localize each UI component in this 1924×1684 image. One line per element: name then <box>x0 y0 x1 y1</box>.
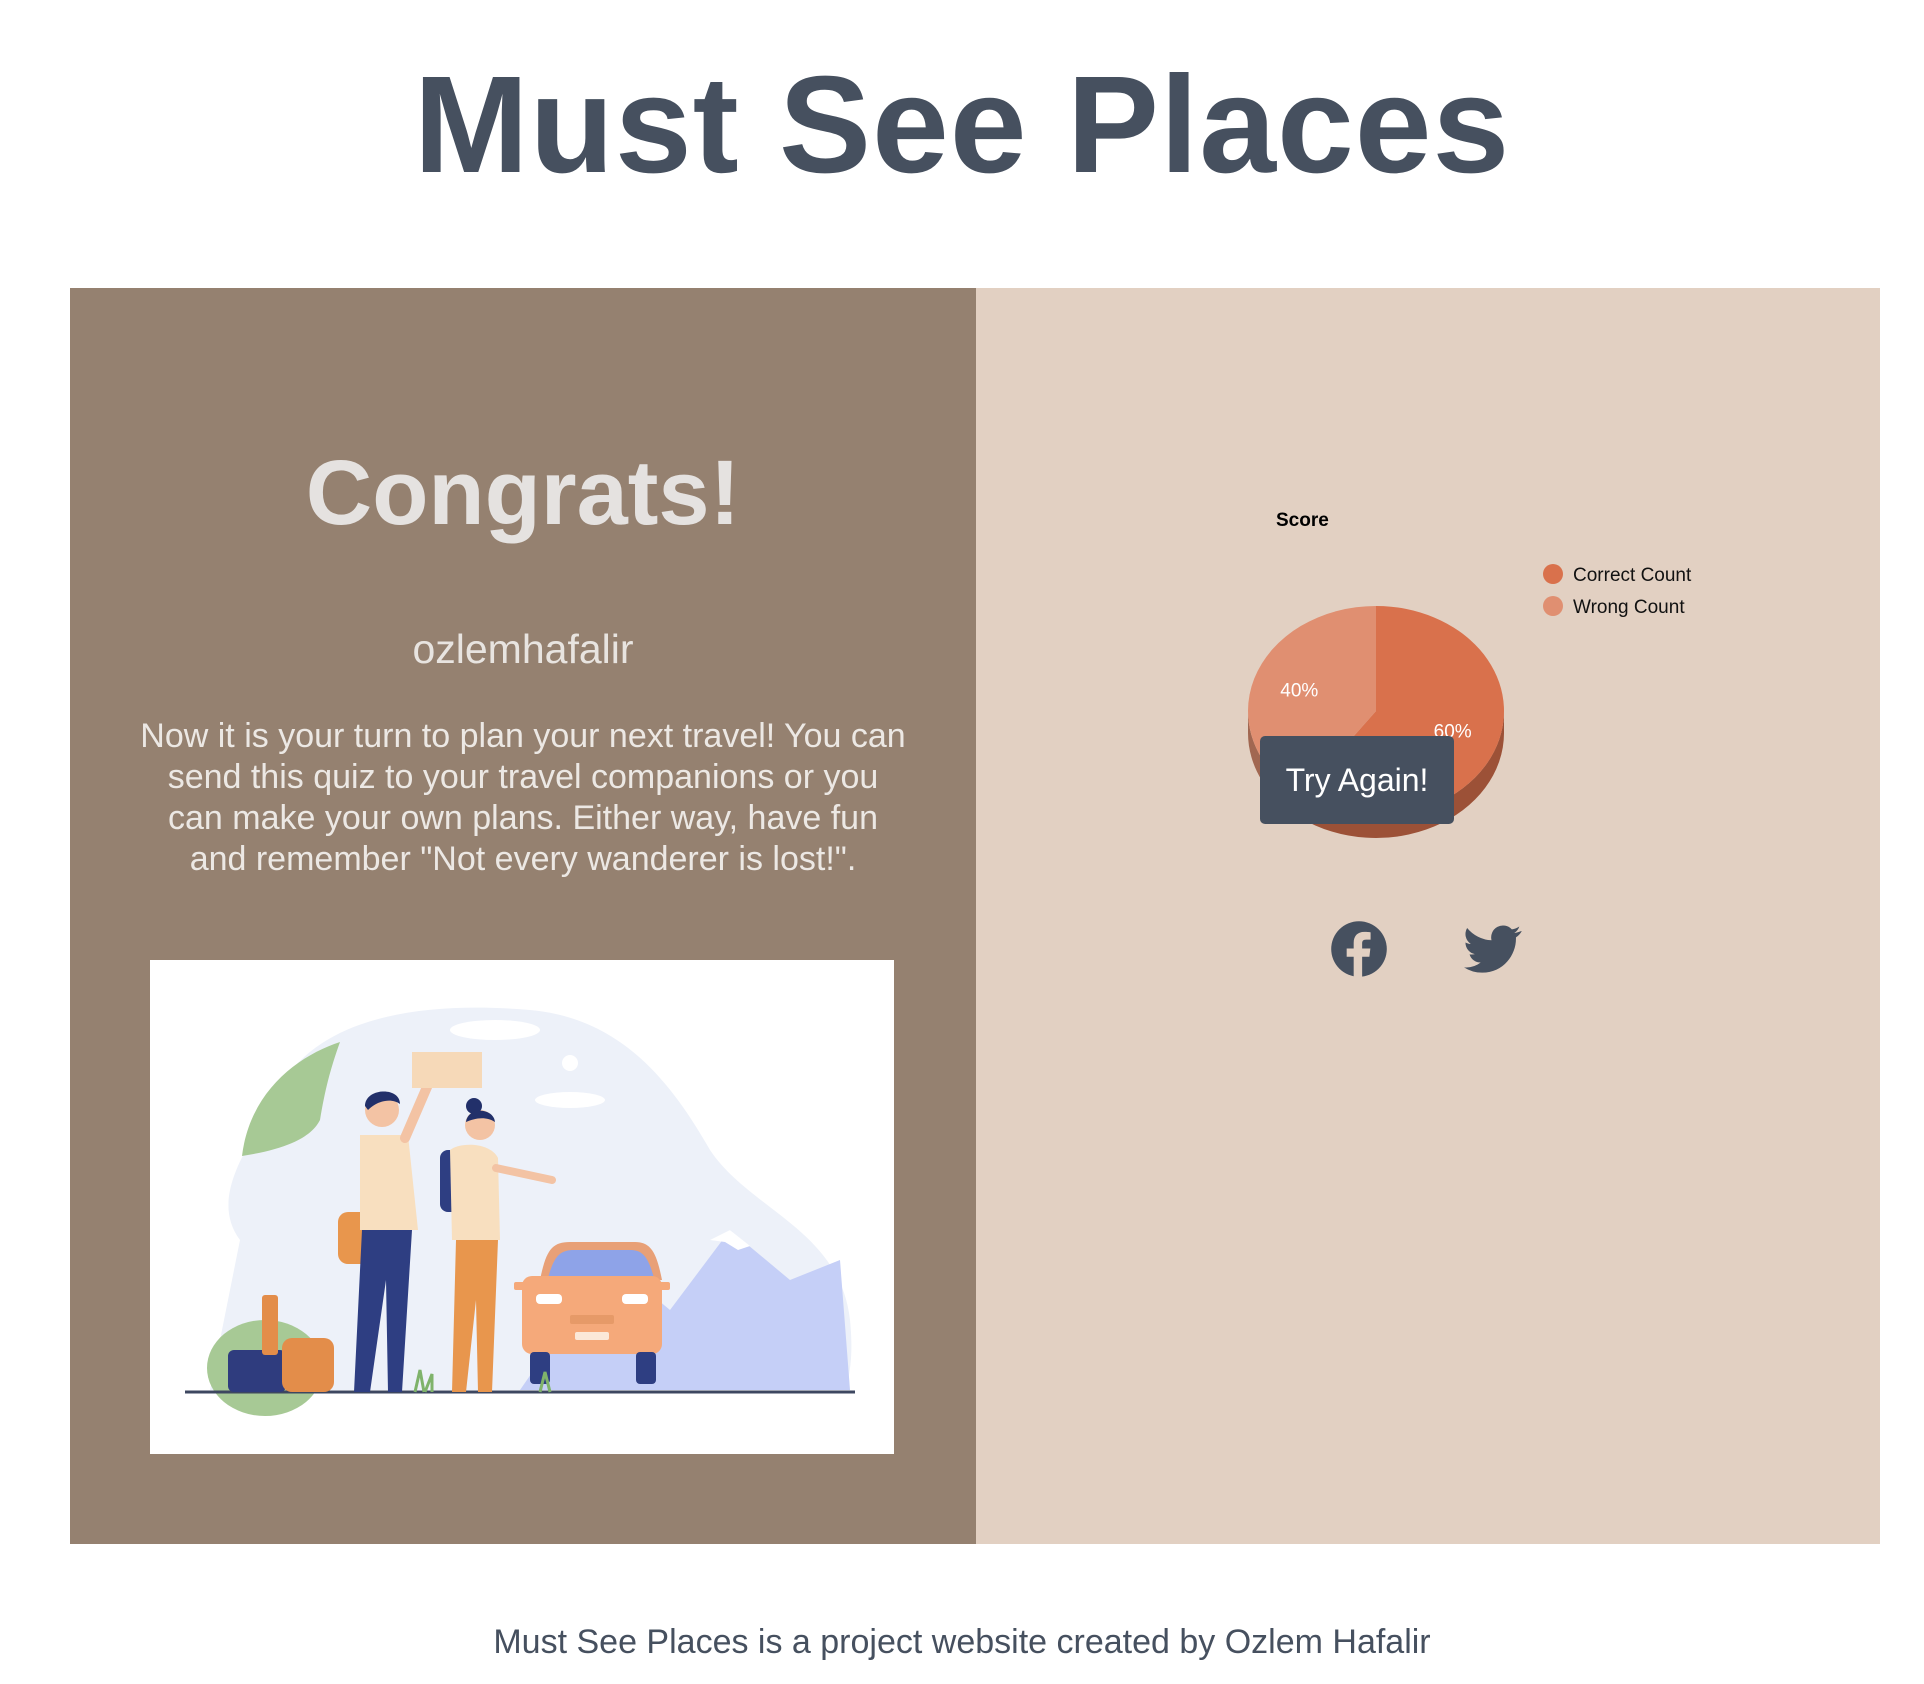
travel-illustration <box>150 960 894 1454</box>
result-card: Congrats! ozlemhafalir Now it is your tu… <box>70 288 1880 1544</box>
score-chart: Score 60% 40% Correct Count Wrong Count <box>1156 488 1716 908</box>
username: ozlemhafalir <box>412 626 634 672</box>
pie-slice-label: 40% <box>1280 681 1318 702</box>
legend-marker <box>1543 596 1563 616</box>
try-again-button[interactable]: Try Again! <box>1260 736 1454 824</box>
result-message: Now it is your turn to plan your next tr… <box>140 717 906 878</box>
legend-label: Correct Count <box>1573 565 1692 586</box>
congrats-heading: Congrats! <box>305 442 741 544</box>
legend-label: Wrong Count <box>1573 597 1685 618</box>
legend-marker <box>1543 564 1563 584</box>
result-right-panel: Score 60% 40% Correct Count Wrong Count <box>976 288 1880 1544</box>
twitter-icon[interactable] <box>1464 920 1522 978</box>
result-left-panel: Congrats! ozlemhafalir Now it is your tu… <box>70 288 976 1544</box>
site-title: Must See Places <box>413 48 1511 202</box>
chart-title: Score <box>1276 510 1329 531</box>
footer-text: Must See Places is a project website cre… <box>493 1623 1431 1661</box>
facebook-icon[interactable] <box>1330 920 1388 978</box>
